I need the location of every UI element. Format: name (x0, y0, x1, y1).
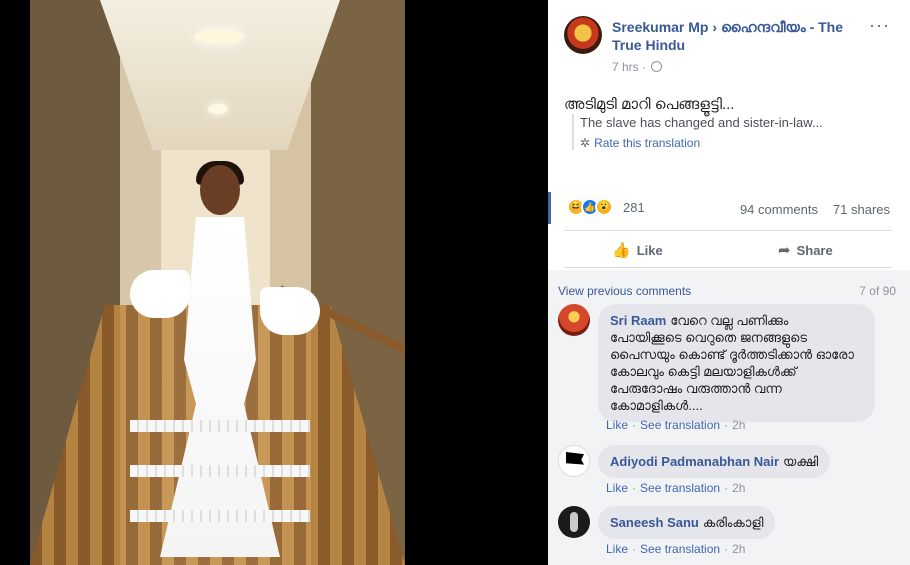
translation-block: The slave has changed and sister-in-law.… (572, 114, 892, 150)
post-text: അടിമുടി മാറി പെങ്ങളൂട്ടി... (564, 96, 735, 113)
share-arrow-icon: ➦ (778, 242, 791, 259)
dress-ruffle (130, 420, 310, 432)
woman-in-white-dress (130, 161, 320, 565)
shares-count[interactable]: 71 shares (833, 202, 890, 217)
post-sidebar: Sreekumar Mp › ഹൈന്ദവീയം - The True Hind… (548, 0, 910, 565)
comment-bubble: Sri Raam വേറെ വല്ല പണിക്കും പോയിക്കൂടെ വെ… (598, 304, 875, 422)
comment-like-link[interactable]: Like (606, 418, 628, 432)
comment-time[interactable]: 2h (732, 542, 745, 556)
right-sleeve (260, 287, 320, 335)
comment-bubble: Saneesh Sanu കരിംകാളി (598, 506, 776, 539)
see-translation-link[interactable]: See translation (640, 418, 720, 432)
comment-actions: Like · See translation · 2h (606, 418, 746, 432)
white-dress (160, 217, 280, 557)
black-flag-icon (566, 452, 584, 465)
comments-section: View previous comments 7 of 90 Sri Raam വ… (548, 270, 910, 565)
photo-pane (0, 0, 548, 565)
post-meta: 7 hrs · (612, 60, 663, 74)
translated-text: The slave has changed and sister-in-law.… (580, 115, 823, 130)
like-button[interactable]: 👍 Like (612, 241, 663, 259)
comment: Saneesh Sanu കരിംകാളി Like · See translatio… (558, 506, 900, 565)
ceiling-light (194, 30, 244, 44)
face (200, 165, 240, 215)
rate-translation-link[interactable]: ✲ Rate this translation (580, 136, 892, 150)
thumbs-up-icon: 👍 (612, 242, 631, 259)
commenter-name[interactable]: Sri Raam (610, 313, 666, 328)
dress-ruffle (130, 465, 310, 477)
comment: Adiyodi Padmanabhan Nair യക്ഷി Like · See t… (558, 445, 900, 505)
post-actions: 👍 Like ➦ Share (564, 230, 892, 268)
reaction-count[interactable]: 281 (623, 200, 645, 215)
comment-like-link[interactable]: Like (606, 542, 628, 556)
comment-like-link[interactable]: Like (606, 481, 628, 495)
comment-counter: 7 of 90 (859, 284, 896, 298)
left-sleeve (130, 270, 190, 318)
comments-count[interactable]: 94 comments (740, 202, 818, 217)
commenter-avatar[interactable] (558, 445, 590, 477)
share-button[interactable]: ➦ Share (778, 241, 833, 259)
post-header: Sreekumar Mp › ഹൈന്ദവീയം - The True Hind… (564, 14, 904, 76)
comment-actions: Like · See translation · 2h (606, 481, 746, 495)
comment-actions: Like · See translation · 2h (606, 542, 746, 556)
comment-text: യക്ഷി (783, 454, 819, 469)
ceiling-light-small (208, 104, 228, 114)
comment-time[interactable]: 2h (732, 418, 745, 432)
see-translation-link[interactable]: See translation (640, 542, 720, 556)
gear-icon: ✲ (580, 136, 591, 150)
facebook-photo-viewer: Sreekumar Mp › ഹൈന്ദവീയം - The True Hind… (0, 0, 910, 565)
group-separator-icon: › (712, 19, 718, 35)
commenter-avatar[interactable] (558, 506, 590, 538)
commenter-name[interactable]: Adiyodi Padmanabhan Nair (610, 454, 779, 469)
comment-text: കരിംകാളി (702, 515, 764, 530)
comment-time[interactable]: 2h (732, 481, 745, 495)
see-translation-link[interactable]: See translation (640, 481, 720, 495)
author-avatar[interactable] (564, 16, 602, 54)
view-previous-comments-link[interactable]: View previous comments (558, 284, 691, 298)
post-photo[interactable] (30, 0, 405, 565)
post-stats: 😆 👍 😮 281 94 comments 71 shares (548, 192, 910, 224)
wow-reaction-icon: 😮 (595, 198, 613, 216)
comment-bubble: Adiyodi Padmanabhan Nair യക്ഷി (598, 445, 831, 478)
dress-ruffle (130, 510, 310, 522)
commenter-name[interactable]: Saneesh Sanu (610, 515, 699, 530)
author-line: Sreekumar Mp › ഹൈന്ദവീയം - The True Hind… (612, 18, 862, 54)
globe-icon (651, 61, 663, 72)
comment-text: വേറെ വല്ല പണിക്കും പോയിക്കൂടെ വെറുതെ ജനങ… (610, 313, 854, 413)
commenter-avatar[interactable] (558, 304, 590, 336)
post-time[interactable]: 7 hrs (612, 60, 639, 74)
more-options-icon[interactable]: ··· (869, 16, 890, 34)
comment: Sri Raam വേറെ വല്ല പണിക്കും പോയിക്കൂടെ വെ… (558, 304, 900, 454)
author-name[interactable]: Sreekumar Mp (612, 19, 708, 35)
